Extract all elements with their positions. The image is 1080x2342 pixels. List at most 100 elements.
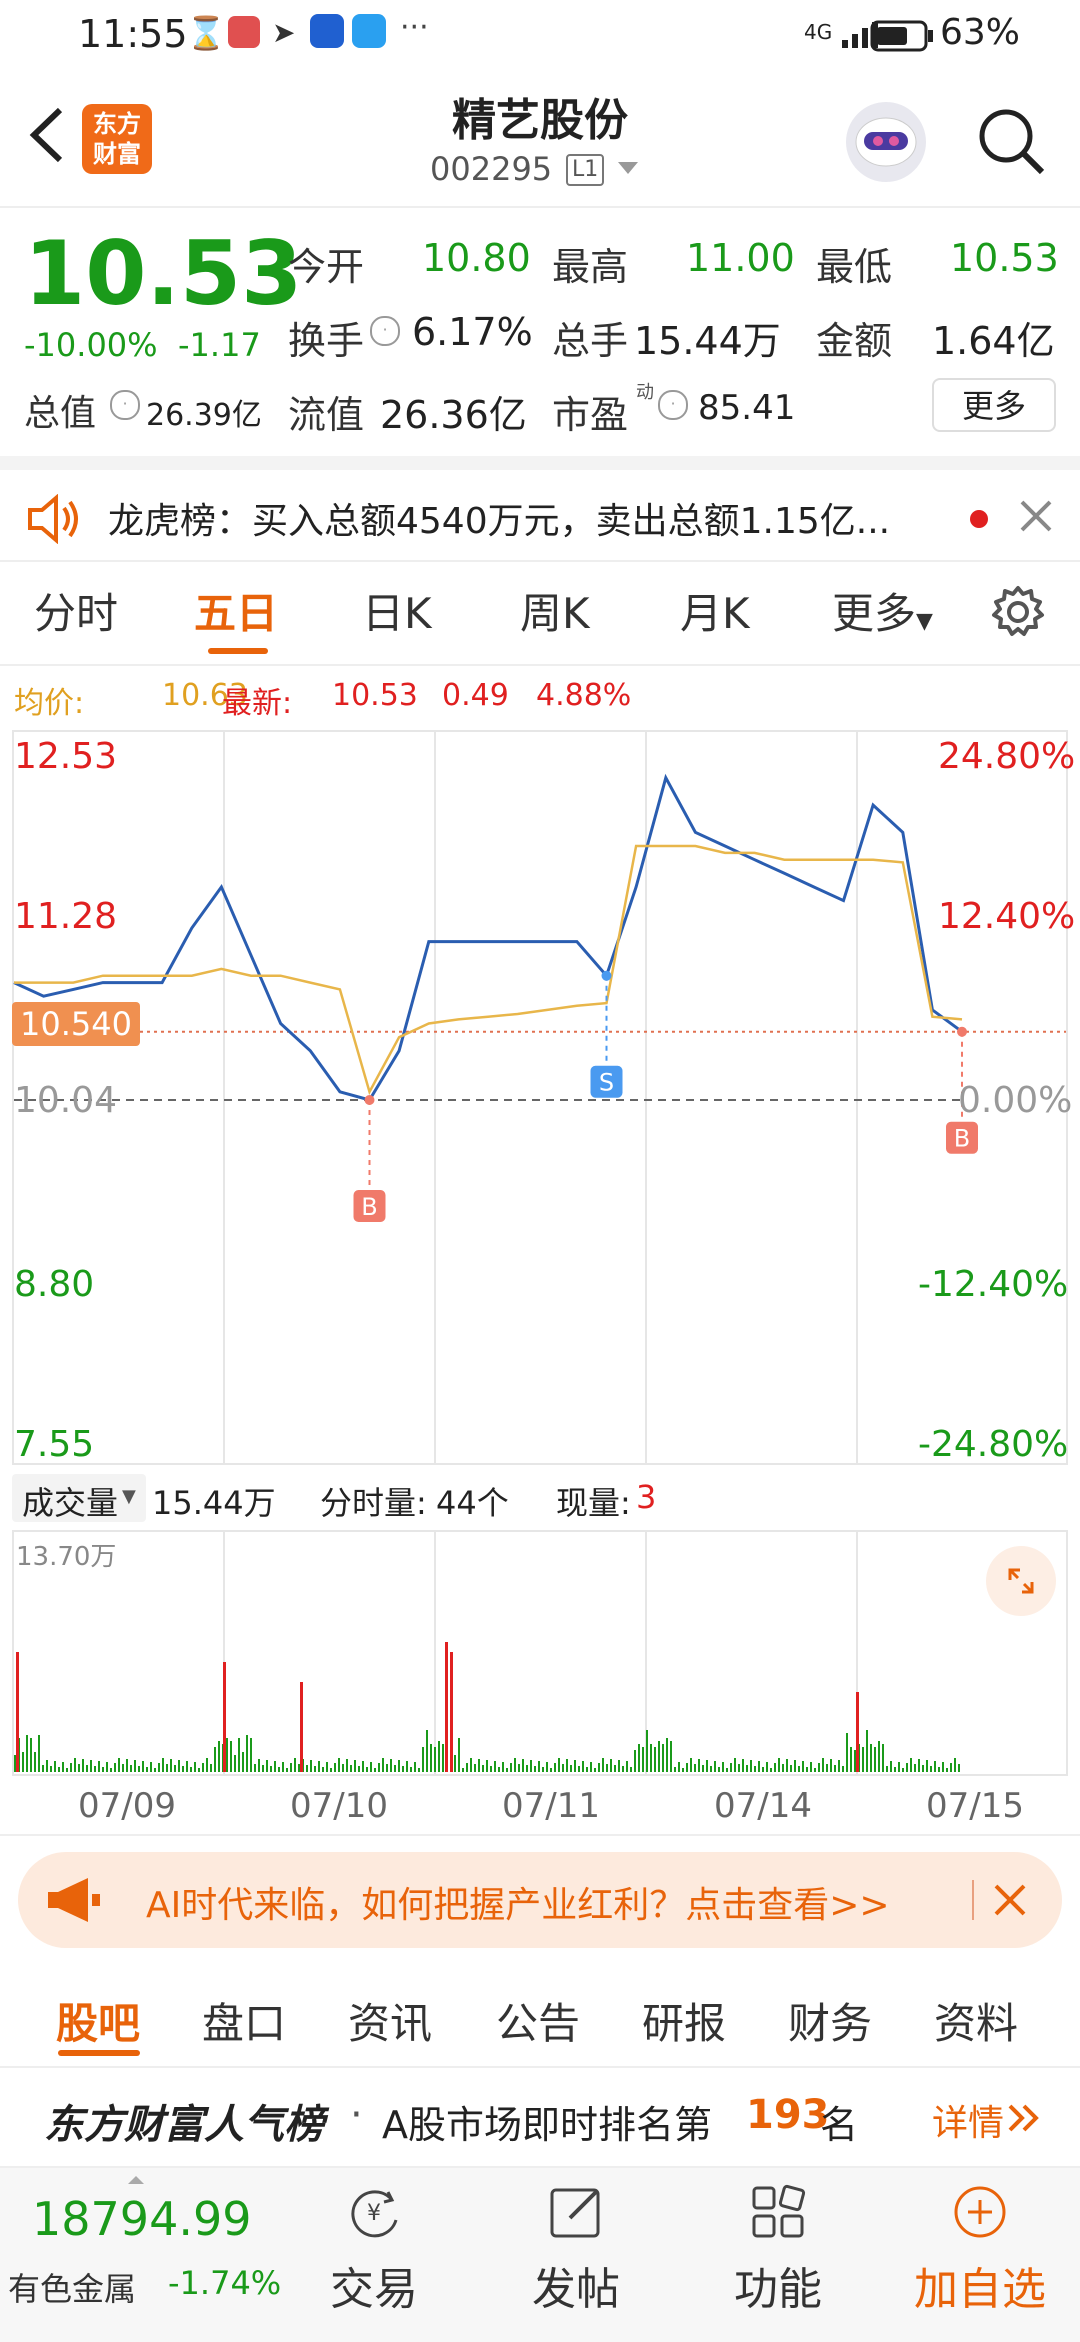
double-chevron-right-icon: [1006, 2100, 1042, 2136]
volume-bar: [726, 1768, 728, 1772]
ad-banner[interactable]: AI时代来临，如何把握产业红利？点击查看>>: [18, 1852, 1062, 1948]
volume-bar: [30, 1738, 32, 1772]
volume-bar: [766, 1762, 768, 1772]
tab-profile[interactable]: 资料: [934, 1990, 1018, 2051]
tab-guba[interactable]: 股吧: [56, 1990, 140, 2051]
volume-bar: [878, 1741, 880, 1772]
volume-bar: [750, 1760, 752, 1772]
tab-news[interactable]: 资讯: [348, 1990, 432, 2051]
volume-bar: [834, 1765, 836, 1772]
volume-bar: [34, 1752, 36, 1772]
volume-bar: [226, 1738, 228, 1772]
volume-bar: [86, 1765, 88, 1772]
volume-bar: [510, 1763, 512, 1772]
volume-spike-bar: [16, 1652, 19, 1772]
trade-button[interactable]: ¥ 交易: [294, 2182, 454, 2317]
volume-spike-bar: [445, 1642, 448, 1772]
volume-bar: [846, 1733, 848, 1772]
edit-icon: [550, 2188, 600, 2238]
volume-bar: [930, 1766, 932, 1772]
volume-bar: [506, 1768, 508, 1772]
volume-bar: [686, 1763, 688, 1772]
volume-bar: [910, 1758, 912, 1772]
volume-bar: [546, 1762, 548, 1772]
volume-bar: [310, 1760, 312, 1772]
volume-bar: [214, 1747, 216, 1772]
volume-bar: [154, 1768, 156, 1772]
volume-bar: [498, 1767, 500, 1772]
volume-bar: [394, 1765, 396, 1772]
volume-bar: [666, 1738, 668, 1772]
volume-bar: [554, 1763, 556, 1772]
index-value[interactable]: 18794.99: [32, 2192, 252, 2246]
volume-bar: [26, 1735, 28, 1772]
popularity-rank-row[interactable]: 东方财富人气榜 · A股市场即时排名第 193 名 详情: [0, 2068, 1080, 2168]
rank-prefix: A股市场即时排名第: [382, 2103, 712, 2147]
yen-refresh-icon: ¥: [351, 2190, 398, 2238]
function-button[interactable]: 功能: [698, 2182, 858, 2317]
date-label: 07/09: [78, 1786, 176, 1826]
volume-bar: [482, 1765, 484, 1772]
add-watchlist-button[interactable]: 加自选: [900, 2182, 1060, 2317]
volume-bar: [618, 1760, 620, 1772]
volume-bar: [782, 1764, 784, 1772]
volume-bar: [410, 1767, 412, 1772]
volume-bar: [218, 1741, 220, 1772]
volume-bar: [262, 1765, 264, 1772]
volume-bar: [402, 1766, 404, 1772]
volume-bar: [130, 1765, 132, 1772]
volume-bar: [802, 1761, 804, 1772]
volume-bar: [234, 1755, 236, 1772]
date-label: 07/15: [926, 1786, 1024, 1826]
tab-research[interactable]: 研报: [642, 1990, 726, 2051]
volume-bar: [918, 1759, 920, 1772]
close-icon[interactable]: [990, 1880, 1030, 1920]
expand-icon[interactable]: [986, 1546, 1056, 1616]
volume-bar: [138, 1766, 140, 1772]
volume-bar: [778, 1758, 780, 1772]
chevron-up-icon[interactable]: [128, 2176, 144, 2184]
volume-bar: [434, 1747, 436, 1772]
volume-bar: [426, 1730, 428, 1772]
volume-bar: [574, 1760, 576, 1772]
tab-pankou[interactable]: 盘口: [202, 1990, 286, 2051]
index-name[interactable]: 有色金属: [8, 2264, 136, 2310]
volume-bar: [94, 1766, 96, 1772]
post-button[interactable]: 发帖: [496, 2182, 656, 2317]
volume-bar: [630, 1767, 632, 1772]
volume-spike-bar: [223, 1662, 226, 1772]
volume-bar: [354, 1760, 356, 1772]
volume-bar: [670, 1741, 672, 1772]
volume-bar: [826, 1764, 828, 1772]
volume-bar: [954, 1758, 956, 1772]
volume-bar: [906, 1763, 908, 1772]
volume-bar: [326, 1762, 328, 1772]
volume-bar: [742, 1759, 744, 1772]
volume-spike-bar: [856, 1692, 859, 1772]
trade-label: 交易: [330, 2264, 418, 2315]
volume-bar: [294, 1758, 296, 1772]
volume-bar: [106, 1762, 108, 1772]
volume-bar: [90, 1760, 92, 1772]
volume-bar: [270, 1766, 272, 1772]
tab-finance[interactable]: 财务: [788, 1990, 872, 2051]
tab-announcements[interactable]: 公告: [496, 1990, 580, 2051]
post-label: 发帖: [532, 2264, 620, 2315]
volume-bar: [882, 1744, 884, 1772]
volume-bar: [70, 1763, 72, 1772]
volume-bar: [146, 1767, 148, 1772]
volume-bar: [242, 1752, 244, 1772]
volume-bar: [58, 1767, 60, 1772]
volume-bar: [558, 1758, 560, 1772]
bottom-toolbar: 18794.99 有色金属 -1.74% ¥ 交易 发帖 功能 加自选: [0, 2166, 1080, 2342]
rank-detail-link[interactable]: 详情: [932, 2094, 1004, 2146]
volume-bar: [150, 1762, 152, 1772]
volume-bar: [530, 1760, 532, 1772]
volume-bar: [870, 1744, 872, 1772]
volume-bar: [250, 1738, 252, 1772]
volume-bar: [306, 1765, 308, 1772]
volume-bar: [754, 1766, 756, 1772]
volume-bar: [798, 1766, 800, 1772]
volume-bar: [534, 1766, 536, 1772]
volume-bar: [542, 1767, 544, 1772]
